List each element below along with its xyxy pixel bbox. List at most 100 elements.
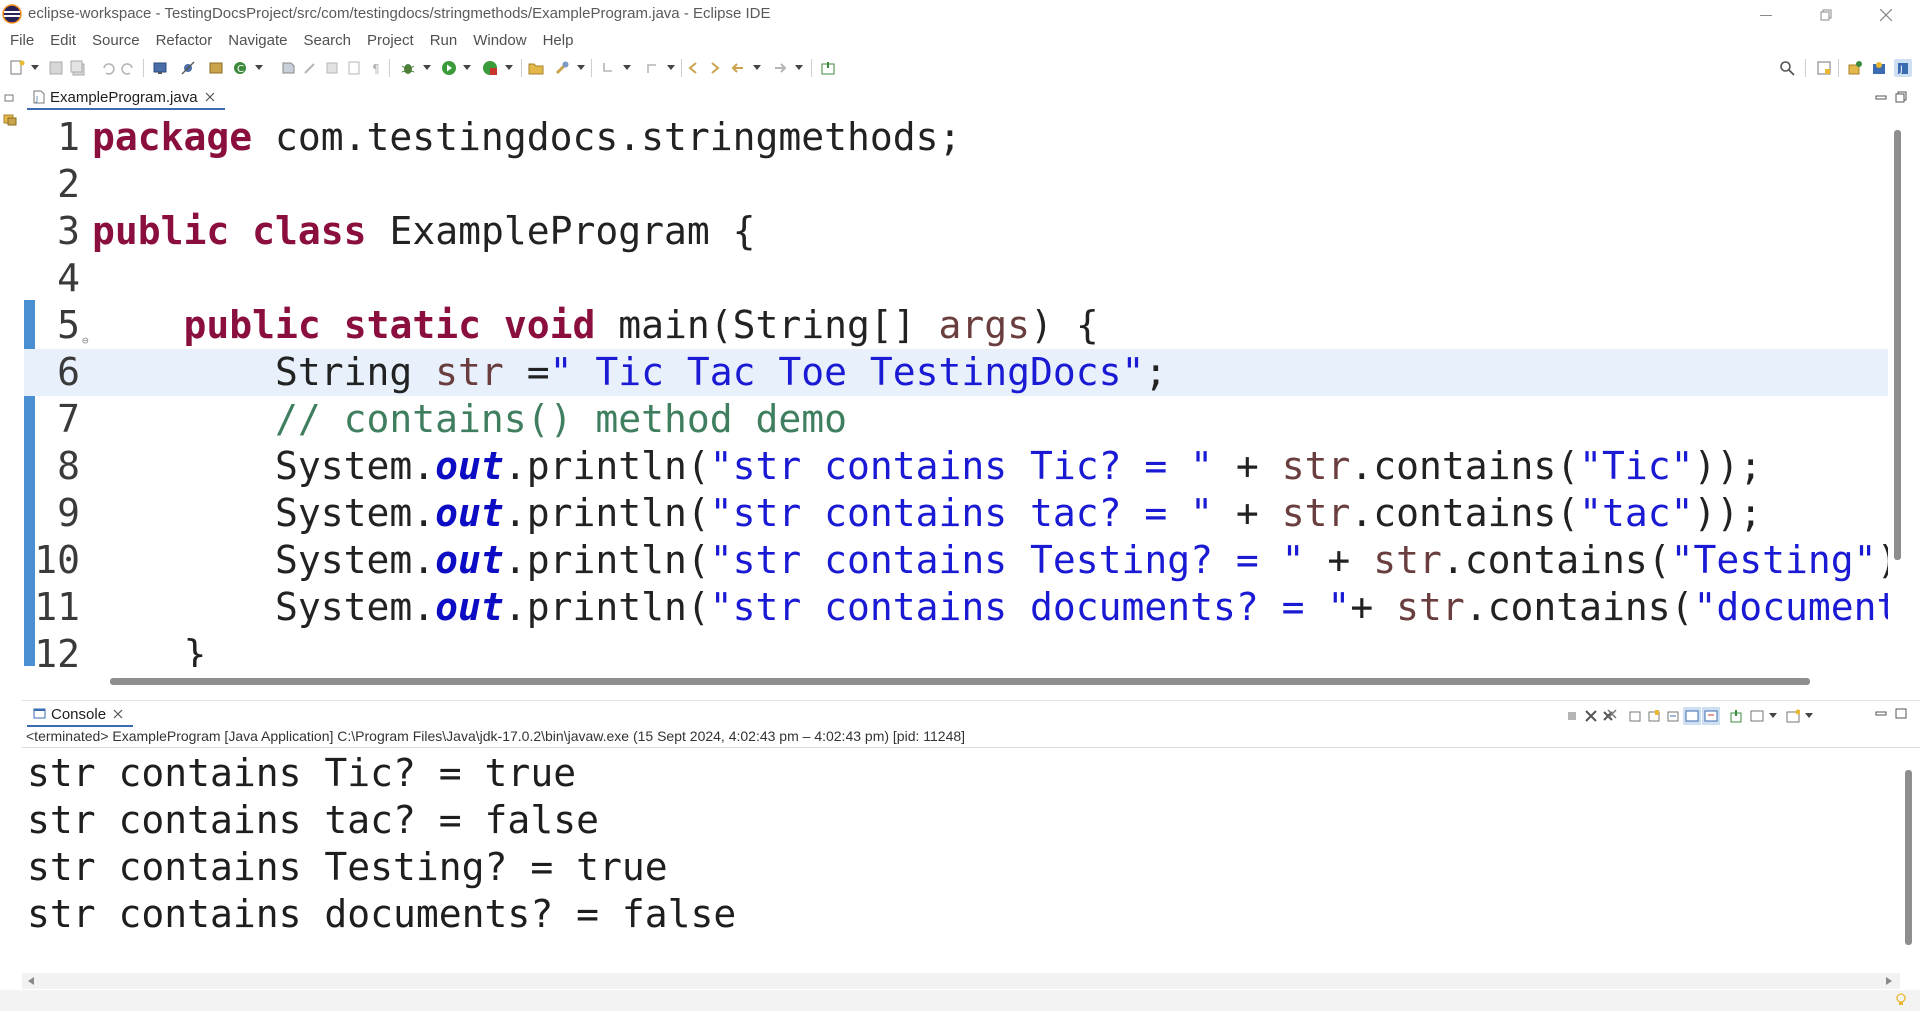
forward-button[interactable] [771,59,789,77]
search-dropdown-caret[interactable] [577,65,585,70]
coverage-button[interactable] [481,59,499,77]
open-type-button[interactable] [279,59,297,77]
console-maximize-button[interactable] [1895,706,1907,724]
restore-view-button[interactable] [4,90,16,102]
menu-search[interactable]: Search [303,29,362,53]
debug-button[interactable] [399,59,417,77]
toolbar-separator [811,59,812,77]
editor-tab-close-button[interactable] [203,90,217,104]
remove-launch-button[interactable] [1582,707,1600,725]
code-line: 1 package com.testingdocs.stringmethods; [24,114,1888,161]
console-tab-close-button[interactable] [111,707,125,721]
perspective-java-ee-button[interactable] [1846,59,1864,77]
menu-window[interactable]: Window [473,29,537,53]
run-button[interactable] [440,59,458,77]
redo-button[interactable] [119,59,137,77]
menu-edit[interactable]: Edit [50,29,87,53]
new-class-dropdown-caret[interactable] [255,65,263,70]
console-output[interactable]: str contains Tic? = true str contains ta… [27,750,1887,970]
code-text: System.out.println("str contains Testing… [92,538,1888,582]
package-explorer-trim-button[interactable] [3,112,17,126]
skip-breakpoints-button[interactable] [179,59,197,77]
maximize-button[interactable] [1797,0,1855,29]
forward-dropdown-caret[interactable] [795,65,803,70]
forward-edit-location-button[interactable] [705,59,723,77]
save-all-button[interactable] [69,59,87,77]
back-button[interactable] [729,59,747,77]
new-button[interactable] [8,59,26,77]
clear-console-button[interactable] [1626,707,1644,725]
console-launch-status: <terminated> ExampleProgram [Java Applic… [26,728,966,744]
next-annotation-button[interactable] [599,59,617,77]
console-horizontal-scrollbar[interactable] [22,973,1900,989]
code-text: // contains() method demo [275,397,847,441]
menu-navigate[interactable]: Navigate [228,29,298,53]
show-on-stdout-button[interactable] [1683,707,1701,725]
close-button[interactable] [1857,0,1915,29]
word-wrap-button[interactable] [1664,707,1682,725]
coverage-dropdown-caret[interactable] [505,65,513,70]
debug-dropdown-caret[interactable] [423,65,431,70]
code-editor[interactable]: 1 package com.testingdocs.stringmethods; … [24,114,1888,667]
perspective-java-button[interactable]: J [1894,59,1912,77]
editor-horizontal-scrollbar[interactable] [110,678,1810,685]
menu-source[interactable]: Source [92,29,151,53]
open-folder-button[interactable] [527,59,545,77]
block-selection-button[interactable] [345,59,363,77]
search-tool-button[interactable] [301,59,319,77]
console-vertical-scrollbar[interactable] [1905,770,1912,945]
toggle-mark-occurrences-button[interactable] [323,59,341,77]
redo-icon [121,63,133,75]
last-edit-location-button[interactable] [685,59,703,77]
previous-annotation-button[interactable] [643,59,661,77]
show-on-stderr-button[interactable] [1702,707,1720,725]
editor-vertical-scrollbar[interactable] [1894,130,1901,560]
new-dropdown-caret[interactable] [31,65,39,70]
next-annotation-caret[interactable] [623,65,631,70]
console-minimize-button[interactable] [1875,706,1887,724]
scroll-lock-button[interactable] [1645,707,1663,725]
console-output-line: str contains Testing? = true [27,845,668,889]
new-class-button[interactable]: C [231,59,249,77]
console-tab[interactable]: Console [27,703,134,727]
remove-all-terminated-button[interactable] [1601,707,1619,725]
terminate-button[interactable] [1563,707,1581,725]
display-console-caret[interactable] [1769,713,1777,718]
perspective-debug-button[interactable] [1870,59,1888,77]
scroll-right-arrow-icon[interactable] [1886,977,1892,985]
menu-run[interactable]: Run [430,29,469,53]
open-console-button[interactable] [151,59,169,77]
maximize-icon [1895,708,1907,719]
restore-icon [4,94,14,102]
tip-bulb-button[interactable] [1895,993,1907,1012]
pin-console-button[interactable] [1727,707,1745,725]
menu-file[interactable]: File [10,29,45,53]
minimize-button[interactable] [1737,0,1795,29]
open-console-caret[interactable] [1805,713,1813,718]
editor-maximize-button[interactable] [1895,90,1907,108]
open-console-button[interactable] [1784,707,1802,725]
editor-tab-exampleprogram[interactable]: J ExampleProgram.java [27,86,225,110]
run-dropdown-caret[interactable] [463,65,471,70]
menu-project[interactable]: Project [367,29,425,53]
editor-minimize-button[interactable] [1875,90,1887,108]
menu-help[interactable]: Help [543,29,585,53]
lightbulb-icon [1896,993,1906,1005]
undo-button[interactable] [99,59,117,77]
svg-text:J: J [1899,65,1903,75]
back-dropdown-caret[interactable] [753,65,761,70]
search-flashlight-button[interactable] [553,59,571,77]
word-wrap-icon [1667,711,1679,722]
search-button[interactable] [1778,59,1796,77]
previous-annotation-caret[interactable] [667,65,675,70]
pin-editor-button[interactable] [819,59,837,77]
pen-icon [304,63,315,74]
save-button[interactable] [47,59,65,77]
display-selected-console-button[interactable] [1748,707,1766,725]
mark-icon [326,62,338,74]
new-java-project-button[interactable] [207,59,225,77]
scroll-left-arrow-icon[interactable] [28,977,34,985]
show-whitespace-button[interactable]: ¶ [367,59,385,77]
menu-refactor[interactable]: Refactor [156,29,224,53]
open-perspective-button[interactable] [1815,59,1833,77]
